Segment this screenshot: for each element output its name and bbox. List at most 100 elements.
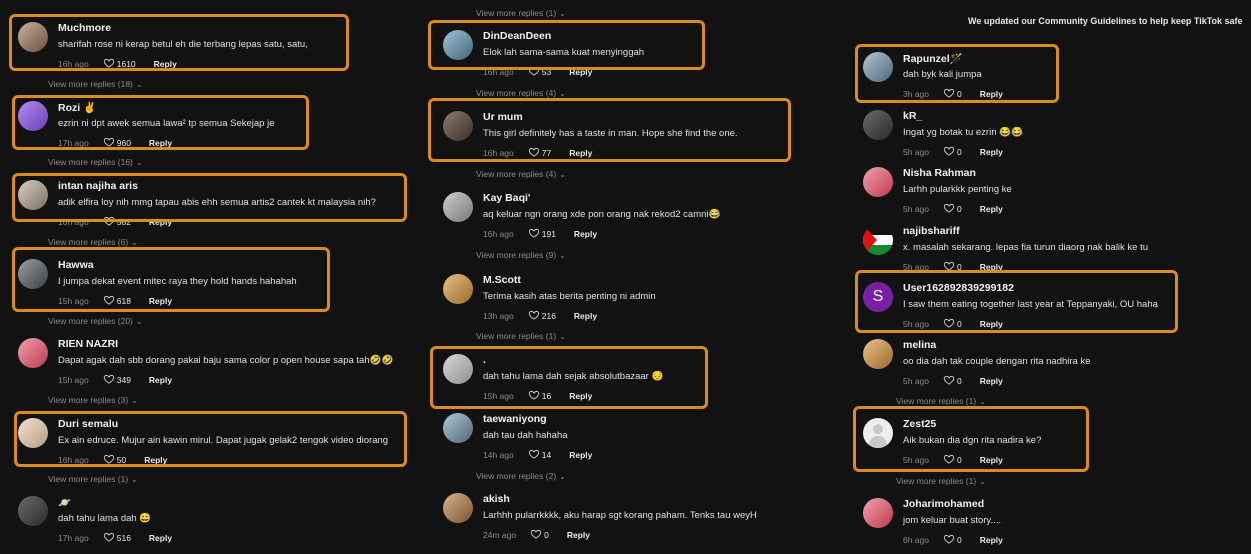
comment-author[interactable]: kR_: [903, 110, 922, 122]
heart-outline-icon[interactable]: [943, 261, 955, 271]
heart-outline-icon[interactable]: [528, 228, 540, 238]
avatar[interactable]: [443, 111, 473, 141]
avatar[interactable]: [443, 493, 473, 523]
comment-author[interactable]: melina: [903, 339, 936, 351]
comment-author[interactable]: 🪐: [58, 496, 71, 509]
reply-button[interactable]: Reply: [574, 311, 597, 321]
heart-outline-icon[interactable]: [943, 88, 955, 98]
comment-author[interactable]: .: [483, 354, 486, 366]
comment-author[interactable]: Hawwa: [58, 259, 94, 271]
avatar[interactable]: [863, 110, 893, 140]
comment-author[interactable]: intan najiha aris: [58, 180, 138, 192]
comment-author[interactable]: DinDeanDeen: [483, 30, 551, 42]
reply-button[interactable]: Reply: [980, 204, 1003, 214]
view-more-replies[interactable]: View more replies (1) ⌄: [896, 476, 986, 486]
comment-author[interactable]: taewaniyong: [483, 413, 547, 425]
reply-button[interactable]: Reply: [149, 217, 172, 227]
heart-outline-icon[interactable]: [103, 137, 115, 147]
comment-author[interactable]: Zest25: [903, 418, 936, 430]
heart-outline-icon[interactable]: [103, 216, 115, 226]
comment-author[interactable]: Duri semalu: [58, 418, 118, 430]
view-more-replies[interactable]: View more replies (1) ⌄: [476, 8, 566, 18]
reply-button[interactable]: Reply: [980, 89, 1003, 99]
avatar[interactable]: [443, 413, 473, 443]
view-more-replies[interactable]: View more replies (9) ⌄: [476, 250, 566, 260]
reply-button[interactable]: Reply: [569, 391, 592, 401]
heart-outline-icon[interactable]: [528, 66, 540, 76]
avatar[interactable]: [18, 418, 48, 448]
view-more-replies[interactable]: View more replies (4) ⌄: [476, 88, 566, 98]
reply-button[interactable]: Reply: [569, 450, 592, 460]
avatar[interactable]: [443, 274, 473, 304]
reply-button[interactable]: Reply: [567, 530, 590, 540]
avatar[interactable]: [863, 498, 893, 528]
comment-author[interactable]: najibshariff: [903, 225, 960, 237]
avatar[interactable]: [863, 167, 893, 197]
avatar[interactable]: [18, 180, 48, 210]
view-more-replies[interactable]: View more replies (1) ⌄: [48, 474, 138, 484]
comment-author[interactable]: Nisha Rahman: [903, 167, 976, 179]
reply-button[interactable]: Reply: [569, 148, 592, 158]
heart-outline-icon[interactable]: [528, 390, 540, 400]
heart-outline-icon[interactable]: [103, 295, 115, 305]
heart-outline-icon[interactable]: [943, 534, 955, 544]
avatar[interactable]: [18, 259, 48, 289]
view-more-replies[interactable]: View more replies (16) ⌄: [48, 157, 143, 167]
heart-outline-icon[interactable]: [943, 146, 955, 156]
heart-outline-icon[interactable]: [103, 532, 115, 542]
avatar[interactable]: [443, 354, 473, 384]
reply-button[interactable]: Reply: [149, 138, 172, 148]
heart-outline-icon[interactable]: [528, 310, 540, 320]
heart-outline-icon[interactable]: [943, 375, 955, 385]
comment-author[interactable]: Rozi ✌️: [58, 101, 96, 114]
reply-button[interactable]: Reply: [980, 147, 1003, 157]
avatar[interactable]: [863, 52, 893, 82]
reply-button[interactable]: Reply: [980, 535, 1003, 545]
reply-button[interactable]: Reply: [980, 376, 1003, 386]
reply-button[interactable]: Reply: [149, 296, 172, 306]
heart-outline-icon[interactable]: [103, 454, 115, 464]
reply-button[interactable]: Reply: [569, 67, 592, 77]
heart-outline-icon[interactable]: [943, 318, 955, 328]
reply-button[interactable]: Reply: [980, 262, 1003, 272]
view-more-replies[interactable]: View more replies (18) ⌄: [48, 79, 143, 89]
reply-button[interactable]: Reply: [574, 229, 597, 239]
view-more-replies[interactable]: View more replies (6) ⌄: [48, 237, 138, 247]
heart-outline-icon[interactable]: [103, 374, 115, 384]
reply-button[interactable]: Reply: [144, 455, 167, 465]
heart-outline-icon[interactable]: [103, 58, 115, 68]
view-more-replies[interactable]: View more replies (20) ⌄: [48, 316, 143, 326]
reply-button[interactable]: Reply: [149, 375, 172, 385]
avatar[interactable]: [443, 30, 473, 60]
reply-button[interactable]: Reply: [980, 319, 1003, 329]
heart-outline-icon[interactable]: [528, 449, 540, 459]
comment-author[interactable]: Ur mum: [483, 111, 523, 123]
comment-author[interactable]: Muchmore: [58, 22, 111, 34]
reply-button[interactable]: Reply: [149, 533, 172, 543]
view-more-replies[interactable]: View more replies (4) ⌄: [476, 169, 566, 179]
heart-outline-icon[interactable]: [528, 147, 540, 157]
view-more-replies[interactable]: View more replies (2) ⌄: [476, 471, 566, 481]
comment-author[interactable]: Kay Baqi': [483, 192, 530, 204]
view-more-replies[interactable]: View more replies (3) ⌄: [48, 395, 138, 405]
heart-outline-icon[interactable]: [943, 203, 955, 213]
comment-author[interactable]: M.Scott: [483, 274, 521, 286]
avatar[interactable]: [18, 22, 48, 52]
avatar[interactable]: S: [863, 282, 893, 312]
reply-button[interactable]: Reply: [154, 59, 177, 69]
avatar[interactable]: [18, 496, 48, 526]
reply-button[interactable]: Reply: [980, 455, 1003, 465]
comment-author[interactable]: RIEN NAZRI: [58, 338, 118, 350]
avatar[interactable]: [443, 192, 473, 222]
avatar[interactable]: [18, 101, 48, 131]
heart-outline-icon[interactable]: [530, 529, 542, 539]
comment-author[interactable]: User162892839299182: [903, 282, 1014, 294]
comment-author[interactable]: Joharimohamed: [903, 498, 984, 510]
comment-author[interactable]: Rapunzel🪄: [903, 52, 963, 65]
avatar[interactable]: [863, 225, 893, 255]
avatar[interactable]: [18, 338, 48, 368]
comment-author[interactable]: akish: [483, 493, 510, 505]
heart-outline-icon[interactable]: [943, 454, 955, 464]
view-more-replies[interactable]: View more replies (1) ⌄: [896, 396, 986, 406]
avatar[interactable]: [863, 339, 893, 369]
